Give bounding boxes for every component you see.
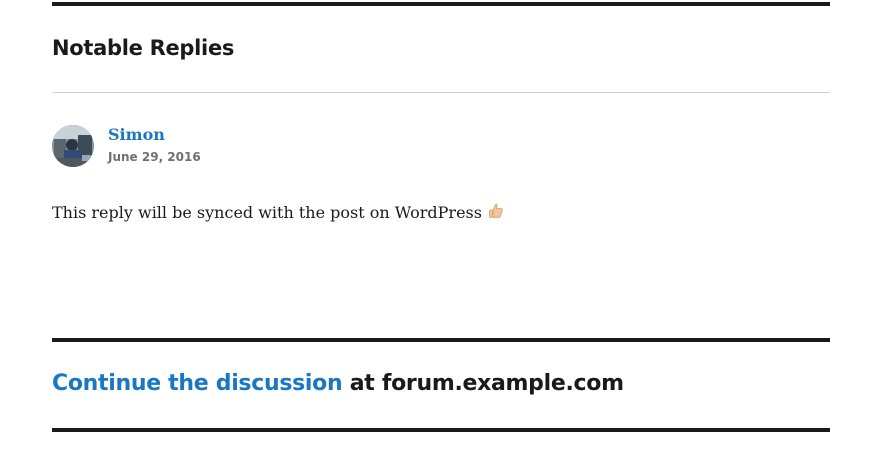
reply-meta: Simon June 29, 2016 bbox=[52, 125, 830, 167]
continue-discussion: Continue the discussion at forum.example… bbox=[52, 373, 624, 395]
reply-body: This reply will be synced with the post … bbox=[52, 203, 830, 222]
footer-bottom-rule bbox=[52, 428, 830, 432]
section-divider bbox=[52, 92, 830, 93]
thumbs-up-icon bbox=[488, 203, 504, 222]
continue-discussion-link[interactable]: Continue the discussion bbox=[52, 371, 343, 396]
author-block: Simon June 29, 2016 bbox=[108, 125, 201, 164]
author-name-link[interactable]: Simon bbox=[108, 127, 201, 143]
reply-item: Simon June 29, 2016 This reply will be s… bbox=[52, 125, 830, 222]
footer-top-rule bbox=[52, 338, 830, 342]
top-rule bbox=[52, 2, 830, 6]
avatar[interactable] bbox=[52, 125, 94, 167]
reply-date: June 29, 2016 bbox=[108, 150, 201, 164]
section-title: Notable Replies bbox=[52, 36, 235, 60]
forum-host-text: at forum.example.com bbox=[342, 371, 624, 396]
reply-text: This reply will be synced with the post … bbox=[52, 202, 482, 222]
